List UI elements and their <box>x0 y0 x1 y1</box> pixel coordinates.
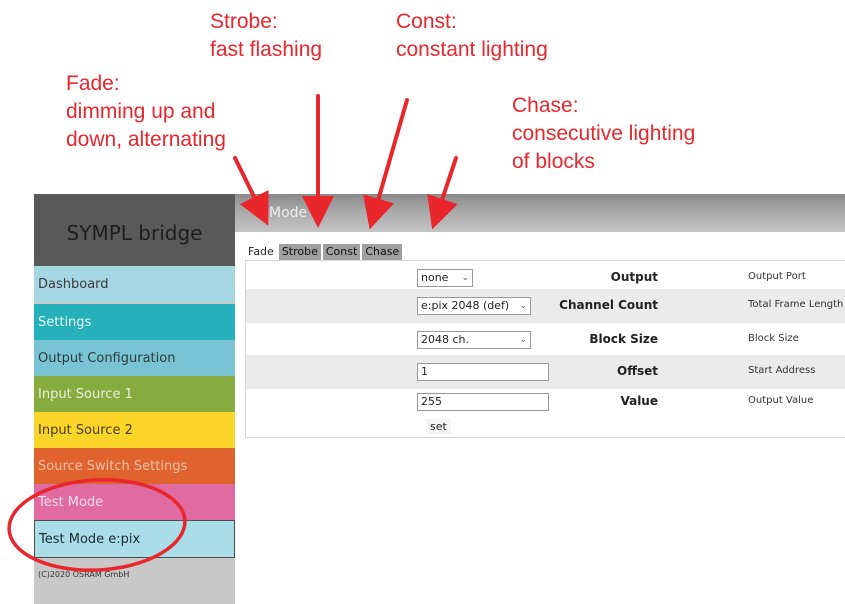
form-row-block-size: Block Size 2048 ch. ⌄ Block Size <box>246 323 845 357</box>
sidebar-item-input-source-2[interactable]: Input Source 2 <box>34 412 235 448</box>
chevron-down-icon: ⌄ <box>519 335 527 345</box>
tab-chase[interactable]: Chase <box>362 244 403 260</box>
set-button[interactable]: set <box>426 419 451 434</box>
annotation-chase-line2: of blocks <box>512 150 595 173</box>
output-select-value: none <box>421 271 449 284</box>
annotation-fade-line2: down, alternating <box>66 128 226 151</box>
channel-count-help: Total Frame Length <box>748 299 844 310</box>
annotation-chase: Chase: consecutive lighting of blocks <box>512 92 695 176</box>
annotation-fade-line1: dimming up and <box>66 100 216 123</box>
chevron-down-icon: ⌄ <box>461 273 469 283</box>
output-label: Output <box>610 270 658 284</box>
annotation-fade-title: Fade: <box>66 72 120 95</box>
sidebar-item-label: Input Source 1 <box>38 386 133 402</box>
offset-input[interactable]: 1 <box>417 363 549 381</box>
output-help: Output Port <box>748 271 806 282</box>
sidebar-item-label: Input Source 2 <box>38 422 133 438</box>
form-row-value: Value 255 Output Value <box>246 385 845 419</box>
sidebar-item-label: Source Switch Settings <box>38 458 188 474</box>
form-row-offset: Offset 1 Start Address <box>246 355 845 389</box>
annotation-chase-line1: consecutive lighting <box>512 122 696 145</box>
offset-input-value: 1 <box>421 365 428 378</box>
channel-count-select[interactable]: e:pix 2048 (def) ⌄ <box>417 297 531 315</box>
page-header: Mode <box>235 194 845 232</box>
sidebar-item-source-switch-settings[interactable]: Source Switch Settings <box>34 448 235 484</box>
sidebar-item-label: Output Configuration <box>38 350 176 366</box>
sidebar-item-label: Test Mode e:pix <box>39 531 141 547</box>
test-mode-form: Output none ⌄ Output Port Channel Count … <box>245 260 845 438</box>
block-size-select-value: 2048 ch. <box>421 333 470 346</box>
sidebar-item-label: Settings <box>38 314 92 330</box>
sidebar-item-label: Test Mode <box>38 494 104 510</box>
sidebar-item-settings[interactable]: Settings <box>34 304 235 340</box>
output-select[interactable]: none ⌄ <box>417 269 473 287</box>
sidebar-item-input-source-1[interactable]: Input Source 1 <box>34 376 235 412</box>
mode-tabs: Fade Strobe Const Chase <box>245 244 404 260</box>
block-size-help: Block Size <box>748 333 799 344</box>
form-row-channel-count: Channel Count e:pix 2048 (def) ⌄ Total F… <box>246 289 845 323</box>
chevron-down-icon: ⌄ <box>519 301 527 311</box>
tab-const[interactable]: Const <box>322 244 361 260</box>
annotation-fade: Fade: dimming up and down, alternating <box>66 70 226 154</box>
annotation-const: Const: constant lighting <box>396 8 548 64</box>
brand-header: SYMPL bridge <box>34 194 235 266</box>
tab-fade[interactable]: Fade <box>245 244 277 260</box>
annotation-const-title: Const: <box>396 10 457 33</box>
annotation-strobe: Strobe: fast flashing <box>210 8 322 64</box>
copyright-text: (C)2020 OSRAM GmbH <box>38 570 130 579</box>
sidebar-item-test-mode-epix[interactable]: Test Mode e:pix <box>34 520 235 558</box>
tab-strobe[interactable]: Strobe <box>278 244 321 260</box>
value-input-value: 255 <box>421 395 442 408</box>
value-help: Output Value <box>748 395 814 406</box>
page-title: Mode <box>269 205 308 221</box>
sidebar-item-label: Dashboard <box>38 276 109 292</box>
annotation-const-desc: constant lighting <box>396 38 548 61</box>
brand-title: SYMPL bridge <box>66 221 203 245</box>
annotation-strobe-desc: fast flashing <box>210 38 323 61</box>
block-size-select[interactable]: 2048 ch. ⌄ <box>417 331 531 349</box>
annotation-strobe-title: Strobe: <box>210 10 278 33</box>
sidebar-item-output-configuration[interactable]: Output Configuration <box>34 340 235 376</box>
value-input[interactable]: 255 <box>417 393 549 411</box>
sidebar: SYMPL bridge Dashboard Settings Output C… <box>34 194 235 604</box>
annotation-chase-title: Chase: <box>512 94 579 117</box>
channel-count-select-value: e:pix 2048 (def) <box>421 299 510 312</box>
offset-help: Start Address <box>748 365 816 376</box>
sidebar-item-test-mode[interactable]: Test Mode <box>34 484 235 520</box>
sidebar-item-dashboard[interactable]: Dashboard <box>34 266 235 302</box>
